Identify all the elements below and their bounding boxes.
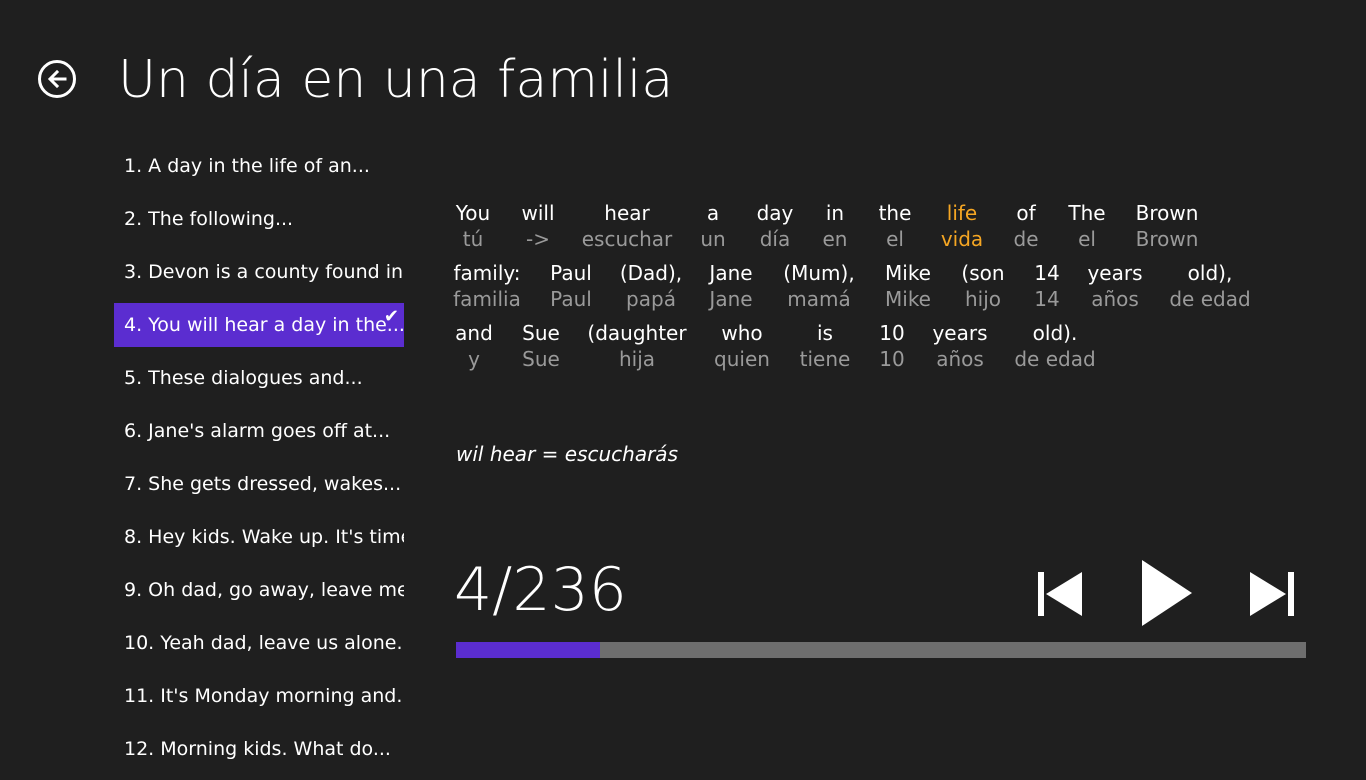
sidebar-item-label: 11. It's Monday morning and... (124, 685, 404, 707)
back-arrow-icon (47, 69, 67, 89)
check-icon: ✔ (383, 306, 399, 327)
sentence-counter: 4/236 (454, 555, 627, 625)
grammar-note: wil hear = escucharás (456, 442, 678, 466)
sidebar-item-10[interactable]: 10. Yeah dad, leave us alone.... (114, 621, 404, 665)
sidebar-item-12[interactable]: 12. Morning kids. What do... (114, 727, 404, 771)
back-button[interactable] (38, 60, 76, 98)
skip-next-icon (1250, 572, 1294, 616)
word-pair[interactable]: Brown Brown (1107, 200, 1227, 252)
sidebar-item-4[interactable]: 4. You will hear a day in the... ✔ (114, 303, 404, 347)
next-button[interactable] (1246, 568, 1298, 620)
word-pair[interactable]: (daughter hija (577, 320, 697, 372)
english-word: old). (1032, 321, 1078, 345)
sidebar-item-6[interactable]: 6. Jane's alarm goes off at... (114, 409, 404, 453)
sidebar-item-7[interactable]: 7. She gets dressed, wakes... (114, 462, 404, 506)
spanish-word: de edad (1169, 287, 1251, 311)
sidebar-item-label: 2. The following... (124, 208, 294, 230)
progress-fill (456, 642, 600, 658)
sidebar-item-8[interactable]: 8. Hey kids. Wake up. It's time... (114, 515, 404, 559)
sidebar-item-label: 10. Yeah dad, leave us alone.... (124, 632, 404, 654)
sidebar-item-9[interactable]: 9. Oh dad, go away, leave me... (114, 568, 404, 612)
english-word: Brown (1135, 201, 1199, 225)
sidebar-item-2[interactable]: 2. The following... (114, 197, 404, 241)
sidebar-item-label: 4. You will hear a day in the... (124, 314, 404, 336)
spanish-word: de edad (1014, 347, 1096, 371)
spanish-word: hija (618, 347, 656, 371)
sidebar-item-label: 1. A day in the life of an... (124, 155, 370, 177)
progress-bar[interactable] (456, 642, 1306, 658)
sidebar-item-label: 8. Hey kids. Wake up. It's time... (124, 526, 404, 548)
sidebar-item-5[interactable]: 5. These dialogues and... (114, 356, 404, 400)
spanish-word: Brown (1135, 227, 1199, 251)
play-icon (1142, 560, 1192, 626)
word-pair[interactable]: old), de edad (1150, 260, 1270, 312)
play-button[interactable] (1140, 558, 1196, 628)
skip-previous-icon (1038, 572, 1082, 616)
sidebar-item-label: 5. These dialogues and... (124, 367, 363, 389)
english-word: (daughter (587, 321, 687, 345)
sidebar-item-label: 6. Jane's alarm goes off at... (124, 420, 391, 442)
word-pair[interactable]: old). de edad (995, 320, 1115, 372)
lesson-list: 1. A day in the life of an... 2. The foll… (114, 144, 404, 780)
english-word: old), (1187, 261, 1233, 285)
sidebar-item-label: 9. Oh dad, go away, leave me... (124, 579, 404, 601)
sidebar-item-11[interactable]: 11. It's Monday morning and... (114, 674, 404, 718)
sidebar-item-1[interactable]: 1. A day in the life of an... (114, 144, 404, 188)
previous-button[interactable] (1034, 568, 1086, 620)
sidebar-item-label: 7. She gets dressed, wakes... (124, 473, 402, 495)
sidebar-item-label: 3. Devon is a county found in... (124, 261, 404, 283)
sidebar-item-label: 12. Morning kids. What do... (124, 738, 391, 760)
sidebar-item-3[interactable]: 3. Devon is a county found in... (114, 250, 404, 294)
page-title: Un día en una familia (118, 50, 674, 110)
